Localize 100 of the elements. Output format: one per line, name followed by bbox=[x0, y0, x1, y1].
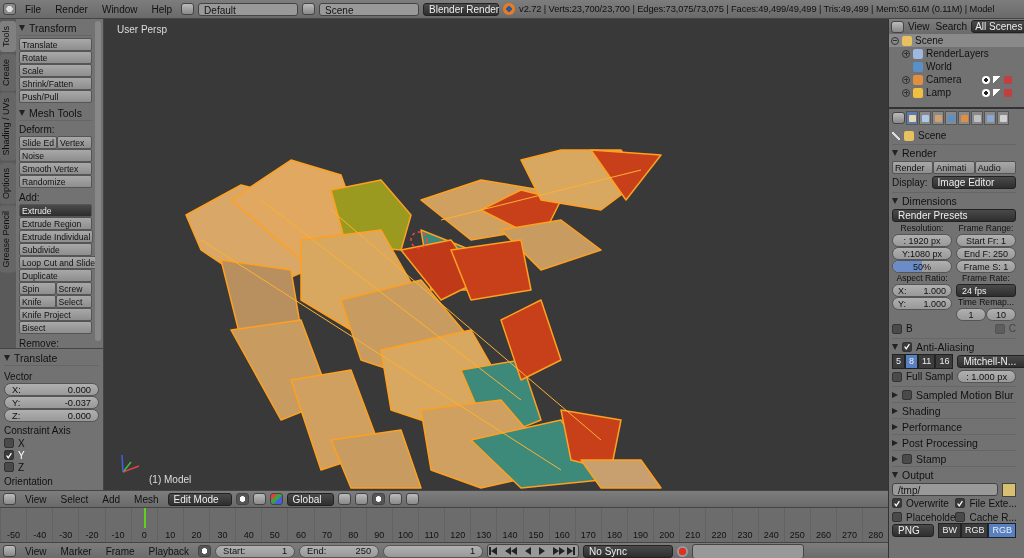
menu-item[interactable]: Help bbox=[146, 3, 178, 15]
tool-button[interactable]: Select bbox=[55, 295, 92, 308]
tree-item[interactable]: World bbox=[889, 60, 1024, 73]
menu-item[interactable]: File bbox=[20, 3, 47, 15]
tree-item[interactable]: Scene bbox=[889, 34, 1024, 47]
panel-header[interactable]: Mesh Tools bbox=[19, 106, 92, 121]
menu-item[interactable]: View bbox=[906, 21, 932, 32]
keying-set-field[interactable] bbox=[692, 543, 805, 558]
expand-icon[interactable] bbox=[892, 149, 898, 156]
context-tab[interactable] bbox=[971, 111, 983, 125]
menu-item[interactable]: Add bbox=[97, 493, 126, 505]
expand-icon[interactable] bbox=[902, 75, 910, 84]
tree-item[interactable]: Camera bbox=[889, 73, 1024, 86]
tool-button[interactable]: Knife Project bbox=[19, 308, 92, 321]
3d-viewport[interactable]: User Persp (1) Model bbox=[104, 19, 888, 490]
render-button[interactable]: Render bbox=[892, 161, 934, 174]
sample-button[interactable]: 5 bbox=[892, 354, 905, 369]
scrollbar[interactable] bbox=[95, 21, 101, 341]
expand-icon[interactable] bbox=[892, 423, 898, 430]
3d-cursor-icon[interactable] bbox=[410, 231, 428, 249]
tool-button[interactable]: Extrude Region bbox=[19, 217, 92, 230]
expand-icon[interactable] bbox=[892, 439, 898, 446]
number-field[interactable]: : 1.000 px bbox=[957, 370, 1016, 383]
folder-icon[interactable] bbox=[1002, 482, 1016, 497]
context-tab[interactable] bbox=[997, 111, 1009, 125]
tool-tab[interactable]: Tools bbox=[0, 21, 16, 52]
tool-button[interactable]: Randomize bbox=[19, 175, 92, 188]
tool-button[interactable]: Rotate bbox=[19, 51, 92, 64]
layout-field[interactable]: Default bbox=[198, 2, 299, 16]
display-dropdown[interactable]: Image Editor bbox=[931, 176, 1016, 189]
tool-button[interactable]: Translate bbox=[19, 38, 92, 51]
tool-button[interactable]: Knife bbox=[19, 295, 56, 308]
context-tab[interactable] bbox=[919, 111, 931, 125]
expand-icon[interactable] bbox=[19, 110, 25, 116]
filter-dropdown[interactable]: Mitchell-N... bbox=[957, 355, 1024, 368]
end-frame-field[interactable]: End: 250 bbox=[299, 544, 380, 558]
number-field[interactable]: Y: 1.000 bbox=[892, 297, 952, 310]
color-mode-button[interactable]: BW bbox=[938, 523, 961, 538]
tool-button[interactable]: Subdivide bbox=[19, 243, 92, 256]
checkbox[interactable] bbox=[4, 438, 14, 448]
render-button[interactable]: Animati bbox=[933, 161, 975, 174]
context-tab[interactable] bbox=[984, 111, 996, 125]
file-format-dropdown[interactable]: PNG bbox=[892, 524, 935, 537]
sample-button[interactable]: 16 bbox=[935, 354, 954, 369]
tool-button[interactable]: Bisect bbox=[19, 321, 92, 334]
number-field[interactable]: Frame S: 1 bbox=[956, 260, 1016, 273]
expand-icon[interactable] bbox=[902, 88, 910, 97]
current-frame-field[interactable]: 1 bbox=[383, 544, 484, 558]
checkbox[interactable] bbox=[4, 462, 14, 472]
checkbox[interactable] bbox=[892, 323, 902, 334]
current-frame-line[interactable] bbox=[144, 508, 147, 528]
tool-button[interactable]: Vertex bbox=[57, 136, 92, 149]
number-field[interactable]: End F: 250 bbox=[956, 247, 1016, 260]
expand-icon[interactable] bbox=[4, 355, 10, 361]
context-tab[interactable] bbox=[906, 111, 918, 125]
color-mode-button[interactable]: RGB bbox=[960, 523, 989, 538]
menu-item[interactable]: Playback bbox=[143, 545, 195, 557]
record-icon[interactable] bbox=[677, 545, 689, 557]
number-field[interactable]: X: 0.000 bbox=[4, 383, 99, 396]
orientation-dropdown[interactable]: Global bbox=[286, 492, 335, 506]
render-engine-dropdown[interactable]: Blender Render bbox=[423, 2, 500, 16]
tool-dropdown[interactable]: Extrude bbox=[19, 204, 92, 217]
start-frame-field[interactable]: Start: 1 bbox=[215, 544, 296, 558]
checkbox[interactable] bbox=[902, 389, 912, 400]
number-field[interactable]: X: 1.000 bbox=[892, 284, 952, 297]
checkbox[interactable] bbox=[902, 341, 912, 352]
checkbox[interactable] bbox=[892, 371, 902, 382]
tool-button[interactable]: Spin bbox=[19, 282, 56, 295]
timeline[interactable]: -50 -40 -30 -20 -10 0 10 20 30 40 50 60 70 80 90 100 110 120 130 140 150 160 170 180 190 200 210 220 230 240 250 260 270 280 bbox=[0, 507, 888, 542]
menu-item[interactable]: Marker bbox=[55, 545, 97, 557]
expand-icon[interactable] bbox=[19, 25, 25, 31]
tool-button[interactable]: Shrink/Fatten bbox=[19, 77, 92, 90]
menu-item[interactable]: Frame bbox=[100, 545, 140, 557]
menu-item[interactable]: Select bbox=[55, 493, 94, 505]
menu-item[interactable]: View bbox=[20, 493, 52, 505]
tool-button[interactable]: Slide Ed bbox=[19, 136, 57, 149]
sample-button[interactable]: 11 bbox=[918, 354, 936, 369]
number-field[interactable]: : 1920 px bbox=[892, 234, 952, 247]
expand-icon[interactable] bbox=[902, 49, 910, 58]
tree-item[interactable]: Lamp bbox=[889, 86, 1024, 99]
tool-button[interactable]: Scale bbox=[19, 64, 92, 77]
expand-icon[interactable] bbox=[891, 36, 899, 45]
menu-item[interactable]: Window bbox=[96, 3, 143, 15]
tool-button[interactable]: Extrude Individual bbox=[19, 230, 94, 243]
number-field[interactable]: Y: -0.037 bbox=[4, 396, 99, 409]
number-field[interactable]: 10 bbox=[986, 308, 1016, 321]
output-path-field[interactable]: /tmp/ bbox=[892, 483, 998, 496]
scene-field[interactable]: Scene bbox=[319, 2, 420, 16]
menu-item[interactable]: Search bbox=[933, 21, 970, 32]
scene-filter-dropdown[interactable]: All Scenes bbox=[971, 20, 1024, 33]
render-button[interactable]: Audio bbox=[974, 161, 1016, 174]
sync-dropdown[interactable]: No Sync bbox=[583, 544, 674, 558]
percentage-slider[interactable]: 50% bbox=[892, 260, 952, 273]
tree-item[interactable]: RenderLayers bbox=[889, 47, 1024, 60]
tool-button[interactable]: Screw bbox=[55, 282, 92, 295]
playback-controls-icon[interactable] bbox=[487, 544, 580, 558]
checkbox[interactable] bbox=[4, 450, 14, 460]
checkbox[interactable] bbox=[892, 512, 902, 522]
mode-dropdown[interactable]: Edit Mode bbox=[167, 492, 232, 506]
tool-button[interactable]: Noise bbox=[19, 149, 92, 162]
